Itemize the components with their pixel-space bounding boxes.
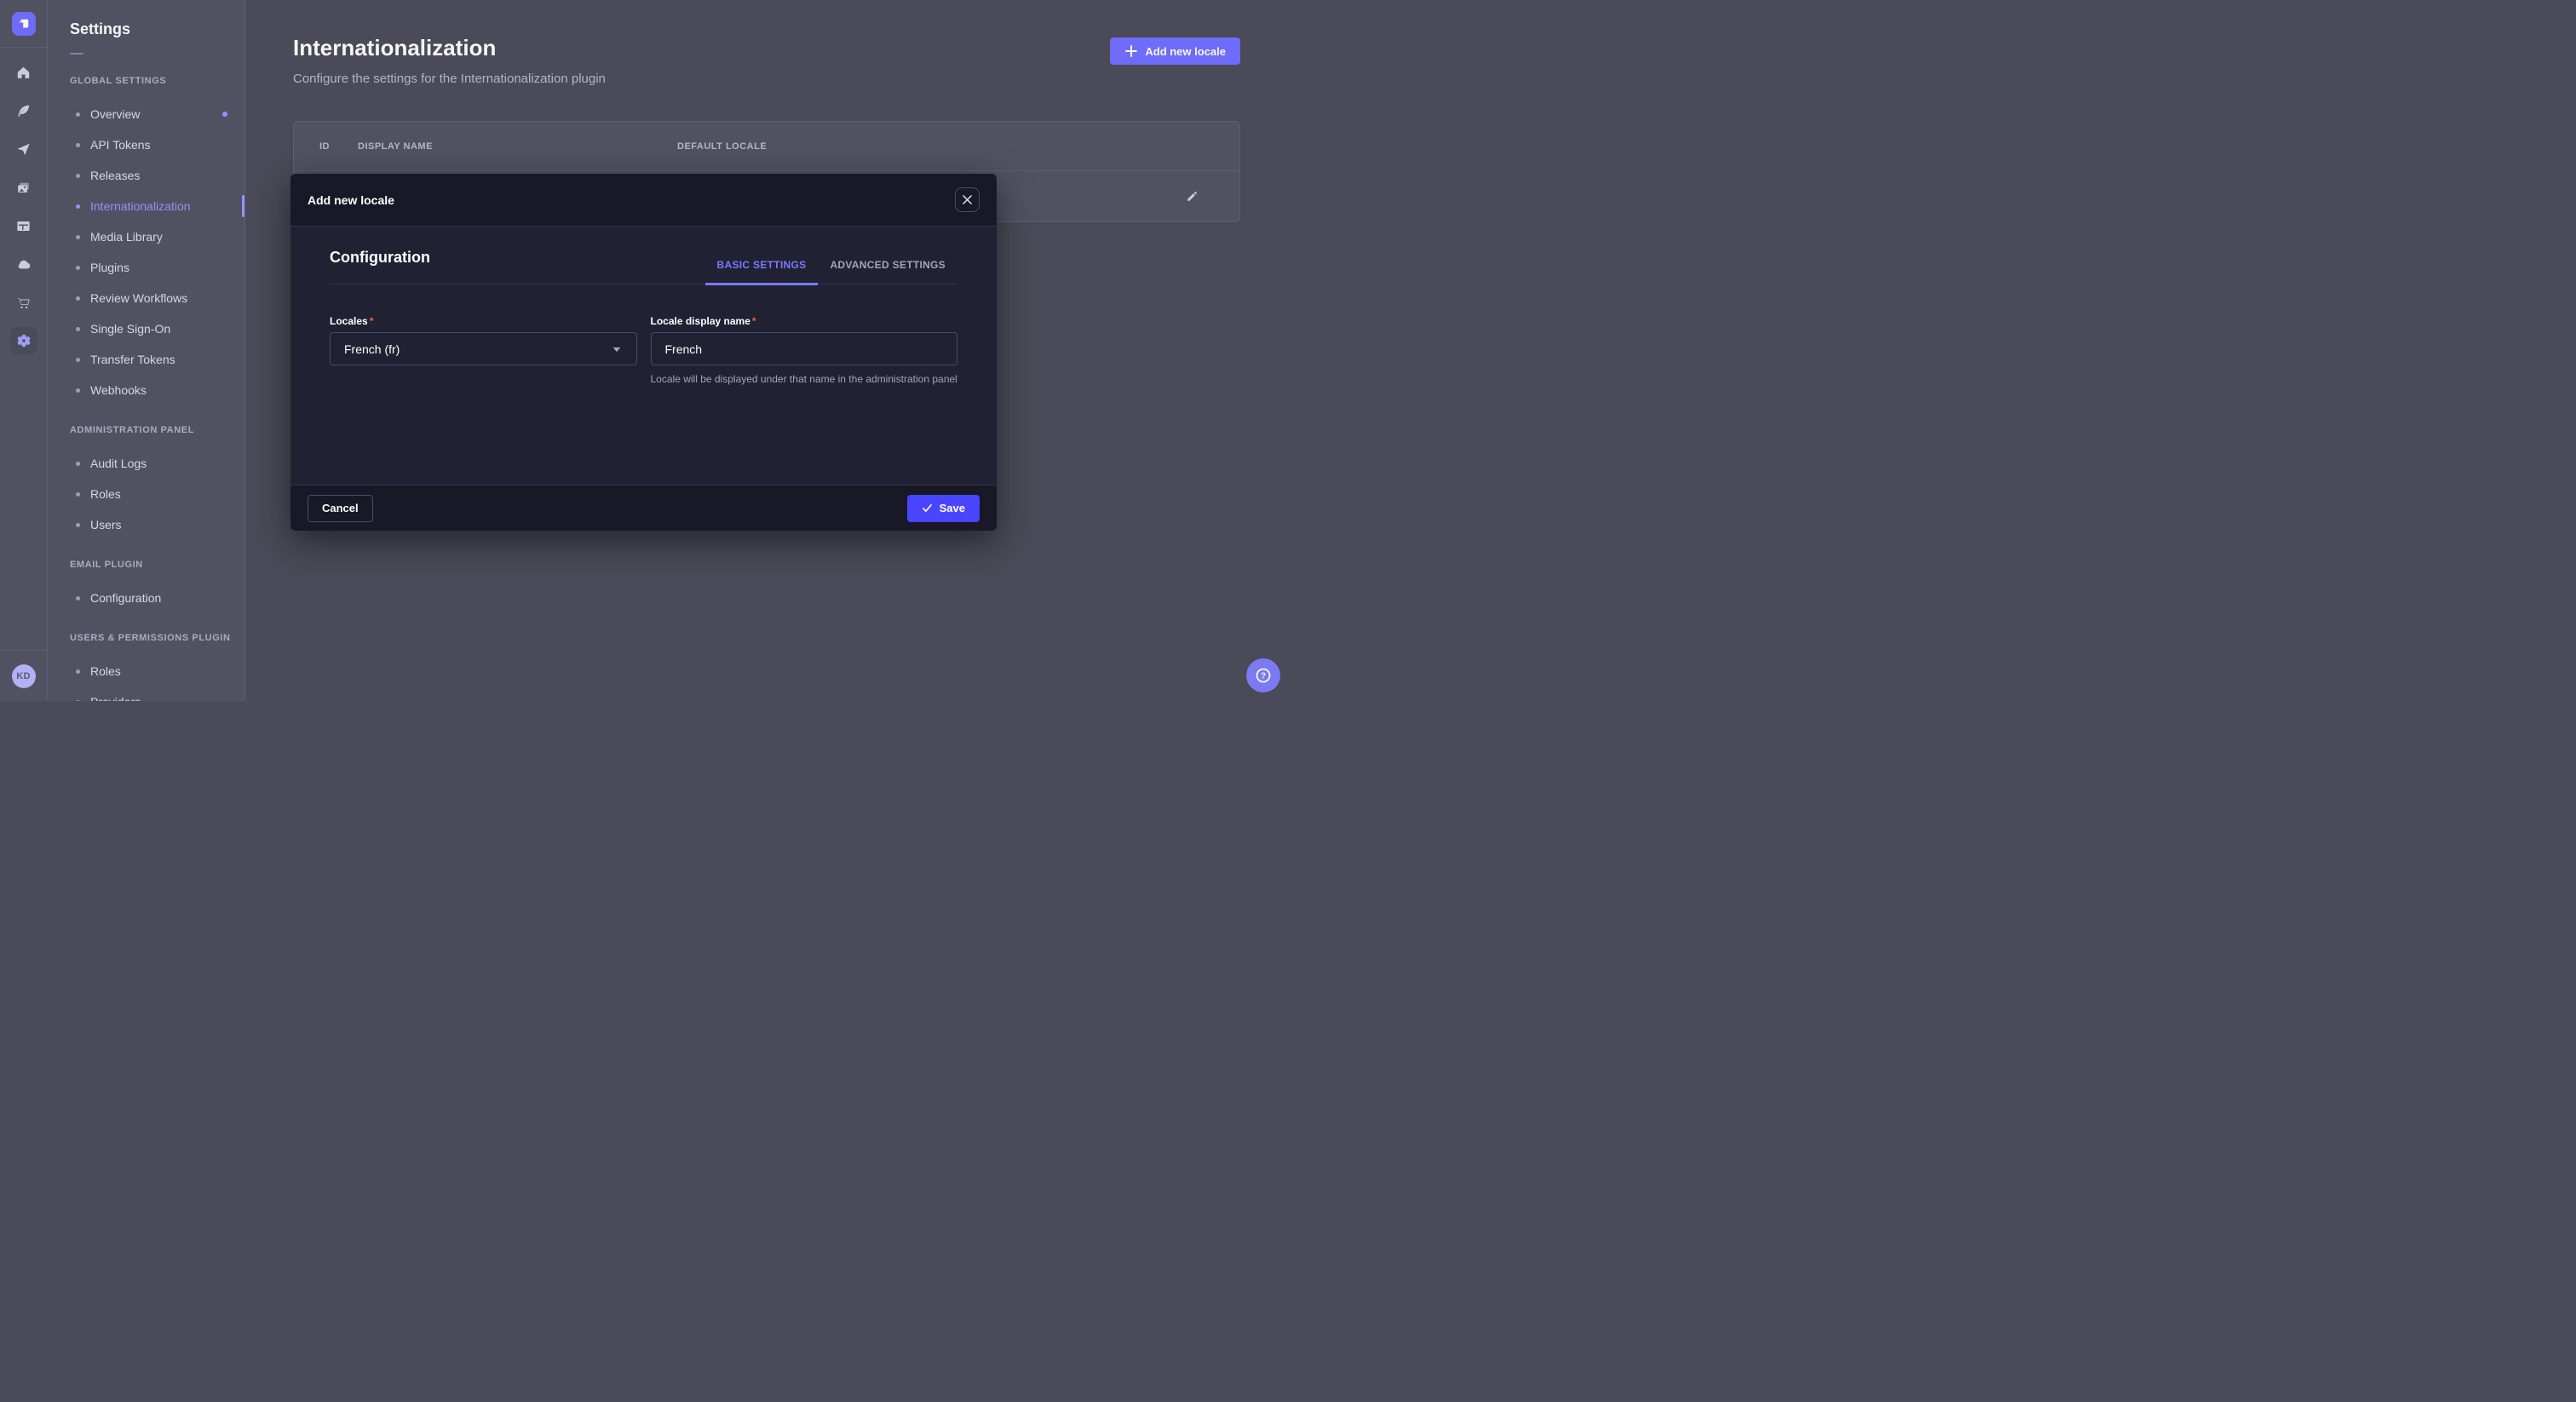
display-name-label: Locale display name* xyxy=(651,315,958,327)
required-asterisk: * xyxy=(370,315,374,327)
modal-title: Add new locale xyxy=(308,193,394,207)
required-asterisk: * xyxy=(752,315,756,327)
check-icon xyxy=(922,503,933,514)
chevron-down-icon xyxy=(611,343,623,355)
modal-body: Configuration BASIC SETTINGS ADVANCED SE… xyxy=(290,227,997,485)
modal-footer: Cancel Save xyxy=(290,485,997,531)
add-locale-modal: Add new locale Configuration BASIC SETTI… xyxy=(290,174,997,531)
configuration-title: Configuration xyxy=(330,249,430,284)
display-name-hint: Locale will be displayed under that name… xyxy=(651,372,958,387)
settings-tabs: BASIC SETTINGS ADVANCED SETTINGS xyxy=(705,259,957,284)
locales-field: Locales* French (fr) xyxy=(330,315,637,387)
display-name-field: Locale display name* Locale will be disp… xyxy=(651,315,958,387)
tab-basic-settings[interactable]: BASIC SETTINGS xyxy=(705,259,819,285)
modal-header: Add new locale xyxy=(290,174,997,227)
close-button[interactable] xyxy=(955,187,980,212)
form-fields: Locales* French (fr) Locale display name… xyxy=(330,315,957,387)
locales-select-value: French (fr) xyxy=(344,342,400,356)
locales-label: Locales* xyxy=(330,315,637,327)
save-button[interactable]: Save xyxy=(907,495,980,522)
tab-advanced-settings[interactable]: ADVANCED SETTINGS xyxy=(818,259,957,285)
configuration-header: Configuration BASIC SETTINGS ADVANCED SE… xyxy=(330,249,957,284)
display-name-input[interactable] xyxy=(651,332,958,365)
save-label: Save xyxy=(940,502,965,514)
close-icon xyxy=(963,195,972,204)
locales-select[interactable]: French (fr) xyxy=(330,332,637,365)
cancel-button[interactable]: Cancel xyxy=(308,495,373,522)
